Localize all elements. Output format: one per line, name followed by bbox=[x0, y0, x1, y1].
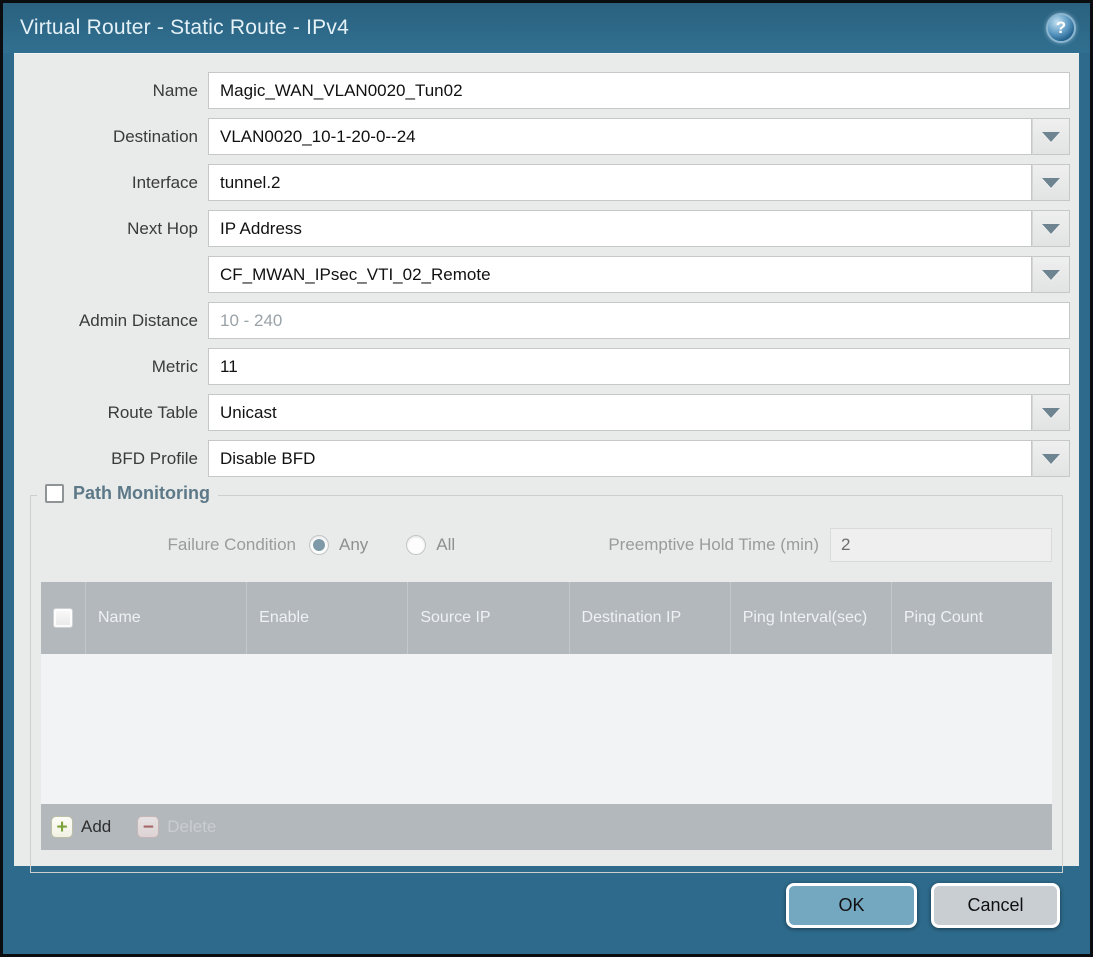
form-row-bfd-profile: BFD Profile bbox=[14, 440, 1070, 477]
help-icon[interactable]: ? bbox=[1046, 13, 1076, 43]
next-hop-type-dropdown-button[interactable] bbox=[1032, 210, 1070, 247]
destination-label: Destination bbox=[14, 127, 208, 147]
admin-distance-label: Admin Distance bbox=[14, 311, 208, 331]
dialog-footer: OK Cancel bbox=[3, 866, 1090, 954]
dialog-titlebar: Virtual Router - Static Route - IPv4 ? bbox=[3, 3, 1090, 53]
column-header-ping-count: Ping Count bbox=[891, 582, 1052, 654]
admin-distance-input[interactable] bbox=[208, 302, 1070, 339]
form-row-destination: Destination bbox=[14, 118, 1070, 155]
select-all-checkbox[interactable] bbox=[53, 608, 73, 628]
chevron-down-icon bbox=[1042, 178, 1060, 188]
table-header-checkbox-cell bbox=[41, 582, 85, 654]
add-button[interactable]: + Add bbox=[51, 816, 111, 838]
interface-label: Interface bbox=[14, 173, 208, 193]
preemptive-hold-time-label: Preemptive Hold Time (min) bbox=[608, 535, 830, 555]
interface-input[interactable] bbox=[208, 164, 1032, 201]
failure-condition-all-label: All bbox=[436, 535, 455, 555]
column-header-enable: Enable bbox=[246, 582, 407, 654]
failure-condition-all-radio[interactable] bbox=[406, 535, 426, 555]
ok-button[interactable]: OK bbox=[786, 883, 917, 928]
route-table-input[interactable] bbox=[208, 394, 1032, 431]
minus-icon: − bbox=[137, 816, 159, 838]
destination-dropdown-button[interactable] bbox=[1032, 118, 1070, 155]
name-input[interactable] bbox=[208, 72, 1070, 109]
chevron-down-icon bbox=[1042, 408, 1060, 418]
delete-button[interactable]: − Delete bbox=[137, 816, 216, 838]
path-monitoring-legend: Path Monitoring bbox=[37, 483, 218, 504]
next-hop-address-input[interactable] bbox=[208, 256, 1032, 293]
path-monitoring-checkbox[interactable] bbox=[45, 484, 64, 503]
metric-label: Metric bbox=[14, 357, 208, 377]
failure-condition-label: Failure Condition bbox=[31, 535, 309, 555]
add-button-label: Add bbox=[81, 817, 111, 837]
chevron-down-icon bbox=[1042, 270, 1060, 280]
form-row-interface: Interface bbox=[14, 164, 1070, 201]
route-table-label: Route Table bbox=[14, 403, 208, 423]
dialog-content: Name Destination Interface Next Hop bbox=[14, 53, 1079, 866]
bfd-profile-dropdown-button[interactable] bbox=[1032, 440, 1070, 477]
next-hop-address-dropdown-button[interactable] bbox=[1032, 256, 1070, 293]
chevron-down-icon bbox=[1042, 224, 1060, 234]
table-header-row: Name Enable Source IP Destination IP Pin… bbox=[41, 582, 1052, 654]
dialog-title: Virtual Router - Static Route - IPv4 bbox=[20, 16, 349, 40]
column-header-ping-interval: Ping Interval(sec) bbox=[730, 582, 891, 654]
path-monitoring-section: Path Monitoring Failure Condition Any Al… bbox=[30, 495, 1063, 873]
failure-condition-any-label: Any bbox=[339, 535, 368, 555]
column-header-source-ip: Source IP bbox=[407, 582, 568, 654]
failure-condition-any-radio[interactable] bbox=[309, 535, 329, 555]
delete-button-label: Delete bbox=[167, 817, 216, 837]
table-toolbar: + Add − Delete bbox=[41, 804, 1052, 850]
form-row-next-hop-address bbox=[14, 256, 1070, 293]
chevron-down-icon bbox=[1042, 454, 1060, 464]
route-table-dropdown-button[interactable] bbox=[1032, 394, 1070, 431]
column-header-name: Name bbox=[85, 582, 246, 654]
destination-input[interactable] bbox=[208, 118, 1032, 155]
failure-condition-row: Failure Condition Any All Preemptive Hol… bbox=[31, 528, 1062, 562]
column-header-destination-ip: Destination IP bbox=[569, 582, 730, 654]
form-row-route-table: Route Table bbox=[14, 394, 1070, 431]
dialog: Virtual Router - Static Route - IPv4 ? N… bbox=[3, 3, 1090, 954]
next-hop-type-input[interactable] bbox=[208, 210, 1032, 247]
interface-dropdown-button[interactable] bbox=[1032, 164, 1070, 201]
preemptive-hold-time-input[interactable] bbox=[830, 528, 1052, 562]
plus-icon: + bbox=[51, 816, 73, 838]
bfd-profile-input[interactable] bbox=[208, 440, 1032, 477]
path-monitoring-title: Path Monitoring bbox=[73, 483, 210, 504]
path-monitoring-table: Name Enable Source IP Destination IP Pin… bbox=[41, 582, 1052, 850]
form-row-name: Name bbox=[14, 72, 1070, 109]
preemptive-hold-time-group: Preemptive Hold Time (min) bbox=[608, 528, 1052, 562]
form-row-metric: Metric bbox=[14, 348, 1070, 385]
chevron-down-icon bbox=[1042, 132, 1060, 142]
form-row-next-hop: Next Hop bbox=[14, 210, 1070, 247]
next-hop-label: Next Hop bbox=[14, 219, 208, 239]
metric-input[interactable] bbox=[208, 348, 1070, 385]
cancel-button[interactable]: Cancel bbox=[931, 883, 1060, 928]
name-label: Name bbox=[14, 81, 208, 101]
table-body-empty bbox=[41, 654, 1052, 804]
form-row-admin-distance: Admin Distance bbox=[14, 302, 1070, 339]
bfd-profile-label: BFD Profile bbox=[14, 449, 208, 469]
